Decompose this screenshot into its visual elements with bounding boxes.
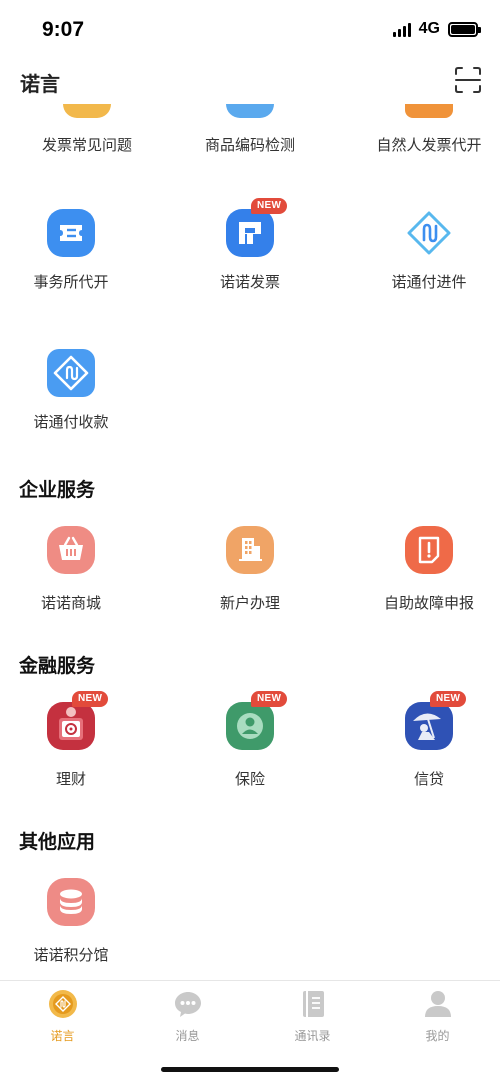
points-icon xyxy=(47,878,95,926)
tab-label: 诺言 xyxy=(50,1029,75,1043)
contacts-icon xyxy=(302,991,324,1017)
section-title-enterprise: 企业服务 xyxy=(19,480,96,501)
grid-item-label: 事务所代开 xyxy=(33,274,109,291)
grid-item-nuotongfu-apply[interactable]: 诺通付进件 xyxy=(346,208,500,292)
code-check-icon xyxy=(226,104,274,118)
grid-item-invoice-faq[interactable]: 发票常见问题 xyxy=(4,104,170,155)
grid-item-label: 诺通付进件 xyxy=(391,274,467,291)
insurance-icon xyxy=(226,702,274,750)
grid-item-label: 自然人发票代开 xyxy=(376,137,482,154)
grid-item-fault-report[interactable]: 自助故障申报 xyxy=(346,525,500,613)
scan-icon xyxy=(455,67,481,93)
grid-item-label: 保险 xyxy=(234,771,265,788)
grid-item-label: 新户办理 xyxy=(219,595,280,612)
report-icon xyxy=(405,526,453,574)
safe-icon xyxy=(47,702,95,750)
grid-item-personal-invoice[interactable]: 自然人发票代开 xyxy=(346,104,500,155)
tab-profile[interactable]: 我的 xyxy=(375,989,500,1044)
basket-icon xyxy=(47,526,95,574)
grid-item-label: 商品编码检测 xyxy=(204,137,295,154)
status-time: 9:07 xyxy=(42,18,85,41)
grid-item-label: 诺诺积分馆 xyxy=(33,947,109,964)
profile-icon xyxy=(424,991,451,1017)
network-type: 4G xyxy=(418,20,440,37)
tab-nuoyan[interactable]: 诺言 xyxy=(0,989,125,1044)
personal-invoice-icon xyxy=(405,104,453,118)
tab-contacts[interactable]: 通讯录 xyxy=(250,989,375,1044)
scan-button[interactable] xyxy=(454,66,482,94)
grid-item-nuotongfu-collect[interactable]: 诺通付收款 xyxy=(0,348,154,432)
section-title-finance: 金融服务 xyxy=(19,656,96,677)
invoice-icon xyxy=(226,209,274,257)
grid-item-label: 诺诺发票 xyxy=(219,274,280,291)
grid-item-loan[interactable]: NEW 信贷 xyxy=(346,691,500,789)
grid-item-points[interactable]: 诺诺积分馆 xyxy=(0,877,154,965)
new-badge: NEW xyxy=(430,691,467,707)
nuoyan-icon xyxy=(48,990,77,1018)
nuotongfu-icon xyxy=(407,211,451,255)
ticket-icon xyxy=(47,209,95,257)
status-indicators: 4G xyxy=(392,20,481,38)
app-grid[interactable]: 发票常见问题 商品编码检测 自然人发票代开 事务所代开 NEW 诺诺发票 诺通付… xyxy=(0,104,500,980)
tab-label: 通讯录 xyxy=(294,1029,331,1043)
building-icon xyxy=(226,526,274,574)
grid-item-new-account[interactable]: 新户办理 xyxy=(167,525,333,613)
grid-item-insurance[interactable]: NEW 保险 xyxy=(167,691,333,789)
message-icon xyxy=(174,992,201,1017)
grid-item-office-invoice[interactable]: 事务所代开 xyxy=(0,208,154,292)
grid-item-label: 自助故障申报 xyxy=(383,595,474,612)
grid-item-mall[interactable]: 诺诺商城 xyxy=(0,525,154,613)
grid-item-wealth[interactable]: NEW 理财 xyxy=(0,691,154,789)
payment-icon xyxy=(47,349,95,397)
grid-item-nuonuo-invoice[interactable]: NEW 诺诺发票 xyxy=(167,198,333,292)
signal-icon xyxy=(392,21,411,37)
faq-icon xyxy=(63,104,111,118)
grid-item-label: 诺通付收款 xyxy=(33,414,109,431)
page-title: 诺言 xyxy=(20,74,60,96)
grid-item-label: 信贷 xyxy=(413,771,444,788)
tab-label: 消息 xyxy=(175,1029,200,1043)
tab-messages[interactable]: 消息 xyxy=(125,989,250,1044)
status-bar: 9:07 4G xyxy=(0,0,500,58)
grid-item-label: 理财 xyxy=(55,771,86,788)
grid-item-label: 诺诺商城 xyxy=(40,595,101,612)
battery-icon xyxy=(448,21,481,37)
new-badge: NEW xyxy=(72,691,109,707)
grid-item-code-check[interactable]: 商品编码检测 xyxy=(167,104,333,155)
new-badge: NEW xyxy=(251,198,288,214)
grid-item-label: 发票常见问题 xyxy=(41,137,132,154)
loan-icon xyxy=(405,702,453,750)
tab-label: 我的 xyxy=(425,1029,450,1043)
section-title-other: 其他应用 xyxy=(19,832,96,853)
home-indicator xyxy=(161,1067,339,1072)
app-header: 诺言 xyxy=(0,58,500,104)
new-badge: NEW xyxy=(251,691,288,707)
partial-row: 发票常见问题 商品编码检测 自然人发票代开 xyxy=(0,104,500,166)
